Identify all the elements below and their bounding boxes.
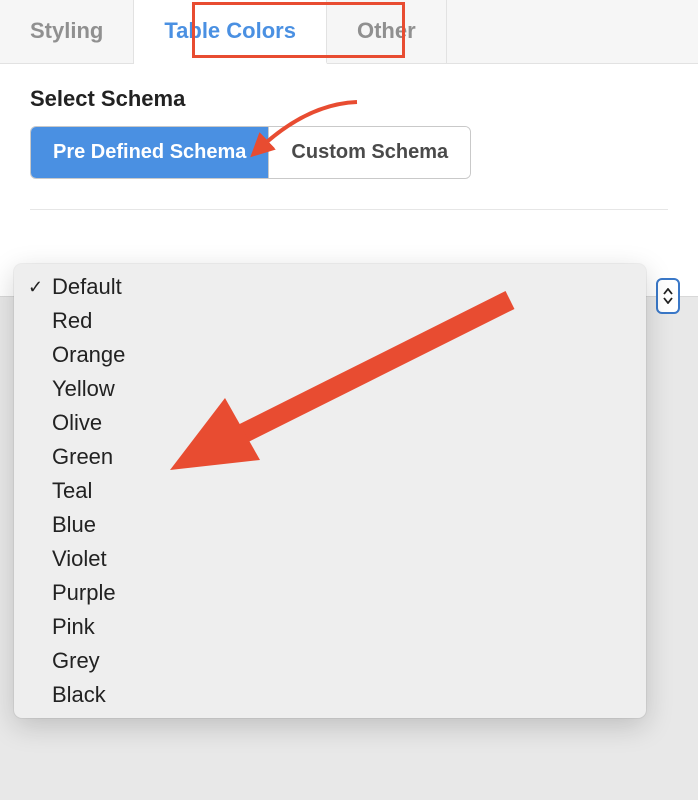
dropdown-item-label: Pink: [52, 614, 95, 640]
dropdown-item-label: Yellow: [52, 376, 115, 402]
dropdown-item-label: Purple: [52, 580, 116, 606]
tab-other[interactable]: Other: [327, 0, 447, 63]
section-divider: [30, 209, 668, 210]
dropdown-item-label: Grey: [52, 648, 100, 674]
dropdown-item[interactable]: Purple: [14, 576, 646, 610]
dropdown-item-label: Red: [52, 308, 92, 334]
select-stepper-icon[interactable]: [656, 278, 680, 314]
dropdown-item[interactable]: ✓Default: [14, 270, 646, 304]
dropdown-item[interactable]: Teal: [14, 474, 646, 508]
color-schema-dropdown[interactable]: ✓Default Red Orange Yellow Olive Green Teal Blu…: [14, 264, 646, 718]
tab-styling[interactable]: Styling: [0, 0, 134, 63]
settings-panel: Styling Table Colors Other Select Schema…: [0, 0, 698, 297]
dropdown-item[interactable]: Orange: [14, 338, 646, 372]
dropdown-item-label: Orange: [52, 342, 125, 368]
select-schema-label: Select Schema: [30, 86, 668, 112]
dropdown-item[interactable]: Yellow: [14, 372, 646, 406]
checkmark-icon: ✓: [28, 277, 52, 298]
dropdown-item-label: Violet: [52, 546, 107, 572]
dropdown-item[interactable]: Blue: [14, 508, 646, 542]
dropdown-item-label: Blue: [52, 512, 96, 538]
dropdown-item[interactable]: Grey: [14, 644, 646, 678]
dropdown-item[interactable]: Violet: [14, 542, 646, 576]
dropdown-item[interactable]: Red: [14, 304, 646, 338]
tab-table-colors[interactable]: Table Colors: [134, 0, 327, 64]
dropdown-item[interactable]: Pink: [14, 610, 646, 644]
custom-schema-button[interactable]: Custom Schema: [268, 127, 470, 178]
dropdown-item-label: Default: [52, 274, 122, 300]
predefined-schema-button[interactable]: Pre Defined Schema: [31, 127, 268, 178]
dropdown-item-label: Olive: [52, 410, 102, 436]
dropdown-item-label: Black: [52, 682, 106, 708]
dropdown-item[interactable]: Green: [14, 440, 646, 474]
dropdown-item-label: Teal: [52, 478, 92, 504]
schema-toggle-group: Pre Defined Schema Custom Schema: [30, 126, 471, 179]
dropdown-item-label: Green: [52, 444, 113, 470]
dropdown-item[interactable]: Olive: [14, 406, 646, 440]
tab-content: Select Schema Pre Defined Schema Custom …: [0, 64, 698, 296]
dropdown-item[interactable]: Black: [14, 678, 646, 712]
tab-bar: Styling Table Colors Other: [0, 0, 698, 64]
